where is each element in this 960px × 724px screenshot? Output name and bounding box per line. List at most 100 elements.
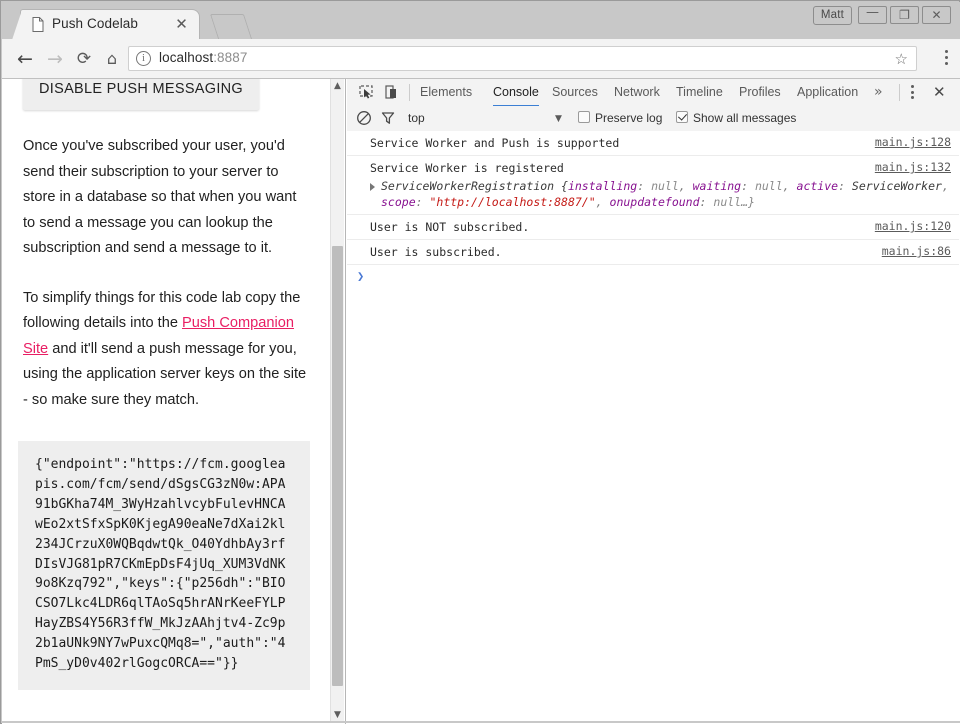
page-scrollbar-thumb[interactable] — [332, 246, 343, 686]
object-prop-value: null — [755, 179, 783, 193]
devtools-menu-icon[interactable] — [911, 85, 915, 101]
object-prop-tail: , — [596, 195, 610, 209]
window-maximize-button[interactable]: ❐ — [890, 6, 919, 24]
page-scrollbar[interactable]: ▲ ▼ — [330, 79, 344, 723]
console-message-text: User is subscribed. — [370, 244, 502, 260]
profile-button[interactable]: Matt — [813, 6, 852, 25]
tab-title: Push Codelab — [52, 16, 138, 31]
maximize-icon: ❐ — [891, 7, 918, 23]
object-open-brace: { — [554, 179, 568, 193]
paragraph-subscription-info: Once you've subscribed your user, you'd … — [23, 134, 310, 262]
back-icon[interactable]: ← — [13, 47, 37, 71]
inspect-element-icon[interactable] — [358, 84, 376, 101]
object-prop-tail: , — [679, 179, 693, 193]
tab-network[interactable]: Network — [614, 79, 660, 105]
object-prop-sep: : — [838, 179, 852, 193]
address-bar[interactable]: i localhost:8887 ☆ — [128, 46, 917, 71]
console-message[interactable]: Service Worker is registered main.js:132… — [347, 156, 960, 215]
show-all-messages-label[interactable]: Show all messages — [693, 110, 796, 126]
forward-icon[interactable]: → — [43, 47, 67, 71]
paragraph-companion-site: To simplify things for this code lab cop… — [23, 286, 310, 414]
site-info-icon[interactable]: i — [136, 51, 151, 66]
more-tabs-icon[interactable]: » — [874, 81, 883, 103]
console-message-text: User is NOT subscribed. — [370, 219, 529, 235]
window-bottom-edge — [2, 721, 960, 723]
tab-elements[interactable]: Elements — [420, 79, 472, 105]
console-message-text: Service Worker is registered — [370, 160, 564, 176]
url-port: :8887 — [213, 50, 247, 65]
tab-application[interactable]: Application — [797, 79, 858, 105]
object-prop-tail: , — [783, 179, 797, 193]
object-prop-value: null…} — [713, 195, 755, 209]
console-message[interactable]: User is NOT subscribed. main.js:120 — [347, 215, 960, 240]
object-prop-tail: , — [942, 179, 949, 193]
chevron-down-icon[interactable]: ▼ — [555, 111, 562, 127]
console-message-source[interactable]: main.js:132 — [875, 159, 951, 175]
object-prop-value: null — [651, 179, 679, 193]
disable-push-messaging-button[interactable]: DISABLE PUSH MESSAGING — [23, 79, 259, 110]
url-host: localhost — [159, 50, 213, 65]
object-prop-name: installing — [568, 179, 637, 193]
console-message-source[interactable]: main.js:120 — [875, 218, 951, 234]
object-prop-value: ServiceWorker — [852, 179, 942, 193]
devtools-tab-bar: Elements Console Sources Network Timelin… — [347, 79, 960, 107]
object-prop-name: waiting — [693, 179, 741, 193]
reload-icon[interactable]: ⟳ — [72, 47, 96, 71]
window-minimize-button[interactable]: — — [858, 6, 887, 24]
object-class-name: ServiceWorkerRegistration — [381, 179, 554, 193]
tab-timeline[interactable]: Timeline — [676, 79, 723, 105]
console-prompt[interactable]: ❯ — [347, 265, 960, 288]
devtools-close-icon[interactable]: ✕ — [933, 83, 946, 101]
show-all-messages-checkbox[interactable] — [676, 111, 688, 123]
console-message-list[interactable]: Service Worker and Push is supported mai… — [347, 131, 960, 724]
preserve-log-checkbox[interactable] — [578, 111, 590, 123]
expand-triangle-icon[interactable] — [370, 183, 375, 191]
console-message-source[interactable]: main.js:86 — [882, 243, 951, 259]
page-content: DISABLE PUSH MESSAGING Once you've subsc… — [2, 79, 331, 690]
object-prop-sep: : — [416, 195, 430, 209]
object-prop-value: "http://localhost:8887/" — [429, 195, 595, 209]
console-message[interactable]: Service Worker and Push is supported mai… — [347, 131, 960, 156]
console-object-preview[interactable]: ServiceWorkerRegistration {installing: n… — [370, 178, 960, 210]
tab-close-icon[interactable]: ✕ — [174, 17, 189, 32]
home-icon[interactable]: ⌂ — [100, 47, 124, 71]
filter-icon[interactable] — [380, 110, 396, 126]
web-page-panel: DISABLE PUSH MESSAGING Once you've subsc… — [2, 79, 346, 724]
toolbar-divider — [409, 84, 410, 101]
paragraph-text-after: and it'll send a push message for you, u… — [23, 341, 306, 408]
object-prop-sep: : — [700, 195, 714, 209]
tab-console[interactable]: Console — [493, 79, 539, 107]
object-prop-name: scope — [381, 195, 416, 209]
console-context-selector[interactable]: top — [408, 110, 425, 127]
object-prop-sep: : — [637, 179, 651, 193]
console-message-source[interactable]: main.js:128 — [875, 134, 951, 150]
prompt-caret-icon: ❯ — [357, 268, 364, 284]
console-message[interactable]: User is subscribed. main.js:86 — [347, 240, 960, 265]
clear-console-icon[interactable] — [356, 110, 372, 126]
address-bar-url: localhost:8887 — [159, 50, 247, 65]
close-icon: ✕ — [923, 7, 950, 23]
tab-sources[interactable]: Sources — [552, 79, 598, 105]
console-message-text: Service Worker and Push is supported — [370, 135, 619, 151]
scroll-up-arrow-icon[interactable]: ▲ — [331, 79, 344, 94]
tabbar-divider — [899, 84, 900, 101]
window-close-button[interactable]: ✕ — [922, 6, 951, 24]
subscription-json-code: {"endpoint":"https://fcm.googleapis.com/… — [18, 441, 310, 690]
title-bar: Push Codelab ✕ Matt — ❐ ✕ — [2, 2, 960, 39]
content-area: DISABLE PUSH MESSAGING Once you've subsc… — [2, 79, 960, 724]
browser-toolbar: ← → ⟳ ⌂ i localhost:8887 ☆ — [2, 39, 960, 79]
preserve-log-label[interactable]: Preserve log — [595, 110, 662, 126]
object-prop-sep: : — [741, 179, 755, 193]
bookmark-star-icon[interactable]: ☆ — [895, 50, 908, 68]
devtools-panel: Elements Console Sources Network Timelin… — [347, 79, 960, 724]
tab-profiles[interactable]: Profiles — [739, 79, 781, 105]
toggle-device-toolbar-icon[interactable] — [383, 84, 401, 101]
new-tab-button[interactable] — [210, 14, 252, 39]
browser-menu-icon[interactable] — [945, 50, 949, 68]
console-filter-bar: top ▼ Preserve log Show all messages — [347, 106, 960, 132]
page-favicon-icon — [32, 17, 44, 32]
browser-window: Push Codelab ✕ Matt — ❐ ✕ ← → ⟳ ⌂ i loca… — [0, 0, 960, 724]
browser-tab[interactable]: Push Codelab ✕ — [20, 9, 200, 39]
object-prop-name: onupdatefound — [610, 195, 700, 209]
object-prop-name: active — [797, 179, 839, 193]
